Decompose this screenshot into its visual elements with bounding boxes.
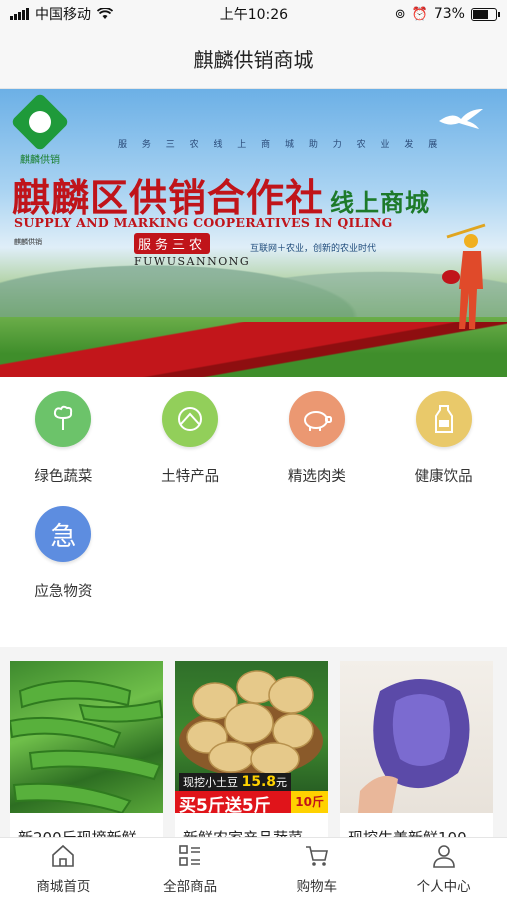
signal-icon — [10, 8, 29, 20]
promo-badge-top: 现挖小土豆 15.8元 — [179, 773, 292, 791]
page-title: 麒麟供销商城 — [193, 47, 314, 72]
cart-icon — [305, 846, 328, 866]
home-icon — [52, 844, 75, 867]
tab-profile[interactable]: 个人中心 — [380, 838, 507, 900]
specialty-icon — [162, 391, 219, 447]
promo-badge-bottom: 买5斤送5斤 10斤 — [175, 791, 328, 813]
promo-weight: 10斤 — [291, 791, 328, 813]
carrier-label: 中国移动 — [35, 7, 91, 23]
drink-icon — [415, 391, 472, 447]
category-label: 精选肉类 — [287, 469, 346, 485]
product-image-peppers — [10, 661, 163, 813]
tab-home[interactable]: 商城首页 — [0, 838, 127, 900]
alarm-icon: ⏰ — [411, 6, 428, 22]
promo-offer: 买5斤送5斤 — [175, 791, 292, 813]
dove-icon — [439, 109, 483, 129]
category-green-vegetables[interactable]: 绿色蔬菜 — [0, 391, 127, 486]
user-icon — [432, 845, 455, 868]
promo-item: 现挖小土豆 — [183, 776, 238, 789]
logo-icon — [10, 92, 70, 152]
rotation-lock-icon: ⊚ — [394, 6, 406, 22]
product-card[interactable]: 新200斤现摘新鲜 — [10, 661, 163, 857]
promo-price: 15.8 — [241, 774, 277, 790]
category-selected-meat[interactable]: 精选肉类 — [254, 391, 381, 486]
banner-ribbon — [0, 322, 507, 377]
farmer-icon — [442, 223, 486, 329]
tab-cart[interactable]: 购物车 — [254, 838, 381, 900]
vegetable-icon — [35, 391, 92, 447]
tab-bar: 商城首页 全部商品 购物车 个人中心 — [0, 837, 507, 900]
nav-bar: 麒麟供销商城 — [0, 28, 507, 89]
wifi-icon — [97, 8, 113, 19]
banner[interactable]: 麒麟供销 服 务 三 农 线 上 商 城 助 力 农 业 发 展 麒麟区供销合作… — [0, 89, 507, 377]
tab-label: 个人中心 — [416, 879, 471, 895]
category-specialty-products[interactable]: 土特产品 — [127, 391, 254, 486]
category-label: 应急物资 — [34, 584, 93, 600]
banner-title: 麒麟区供销合作社 线上商城 — [12, 167, 430, 222]
service-badge: 服务三农 FUWUSANNONG — [134, 233, 249, 268]
battery-percent: 73% — [433, 6, 465, 22]
banner-title-suffix: 线上商城 — [330, 189, 431, 217]
category-label: 健康饮品 — [414, 469, 473, 485]
category-emergency-supplies[interactable]: 急 应急物资 — [0, 506, 127, 601]
product-image-purple-sweet-potato — [340, 661, 493, 813]
banner-slogan: 服 务 三 农 线 上 商 城 助 力 农 业 发 展 — [118, 140, 444, 150]
product-card[interactable]: 现挖生姜新鲜100 — [340, 661, 493, 857]
logo-text: 麒麟供销 — [20, 155, 60, 166]
banner-tagline: 互联网＋农业，创新的农业时代 — [250, 244, 377, 254]
banner-side-text: 麒麟供销 — [14, 238, 42, 246]
promo-unit: 元 — [276, 776, 288, 789]
tab-label: 购物车 — [296, 879, 338, 895]
tab-label: 全部商品 — [163, 879, 218, 895]
emergency-icon: 急 — [35, 506, 92, 562]
list-icon — [179, 845, 201, 866]
banner-english: SUPPLY AND MARKING COOPERATIVES IN QILIN… — [14, 215, 393, 230]
brand-logo: 麒麟供销 — [10, 92, 70, 166]
service-text: 服务三农 — [134, 233, 211, 254]
product-list: 新200斤现摘新鲜 现挖小土豆 15.8元 买 — [0, 647, 507, 857]
category-label: 土特产品 — [161, 469, 220, 485]
product-image-potatoes: 现挖小土豆 15.8元 买5斤送5斤 10斤 — [175, 661, 328, 813]
battery-icon — [470, 7, 500, 21]
category-healthy-drinks[interactable]: 健康饮品 — [380, 391, 507, 486]
clock: 上午10:26 — [219, 7, 289, 23]
service-english: FUWUSANNONG — [134, 255, 251, 268]
banner-title-main: 麒麟区供销合作社 — [12, 175, 325, 220]
status-bar: 中国移动 上午10:26 ⊚ ⏰ 73% — [0, 0, 507, 28]
category-label: 绿色蔬菜 — [34, 469, 93, 485]
tab-label: 商城首页 — [36, 879, 91, 895]
category-grid: 绿色蔬菜 土特产品 精选肉类 健康饮品 急 应急物资 — [0, 377, 507, 647]
pig-icon — [288, 391, 345, 447]
tab-all-products[interactable]: 全部商品 — [127, 838, 254, 900]
product-card[interactable]: 现挖小土豆 15.8元 买5斤送5斤 10斤 新鲜农家产品蔬菜 — [175, 661, 328, 857]
